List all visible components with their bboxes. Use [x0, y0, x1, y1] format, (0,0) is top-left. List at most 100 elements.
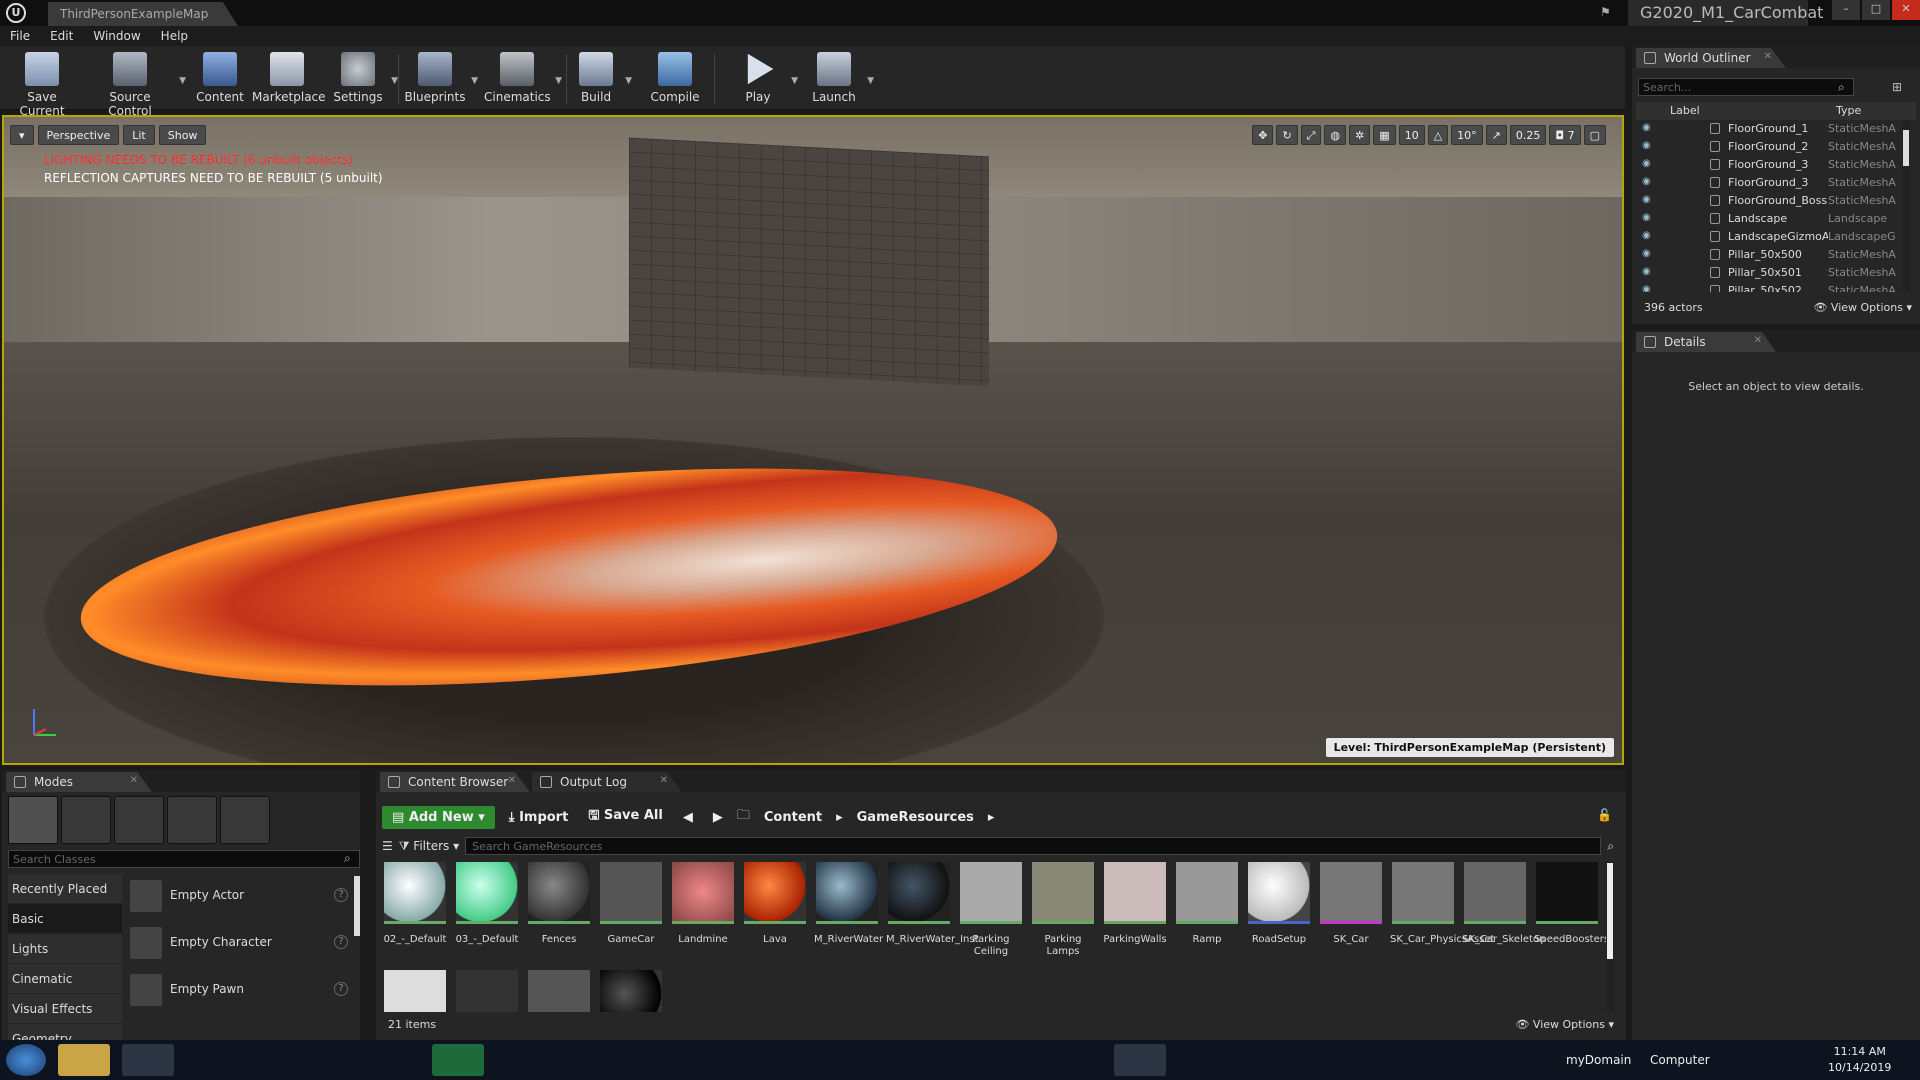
- rotation-snap-value[interactable]: 10°: [1451, 125, 1483, 145]
- chevron-down-icon[interactable]: ▼: [391, 76, 398, 86]
- add-new-button[interactable]: ▤ Add New ▾: [382, 805, 495, 829]
- asset-tile[interactable]: Fences: [526, 862, 592, 962]
- sources-toggle-icon[interactable]: ☰: [382, 839, 393, 853]
- output-log-tab[interactable]: Output Log ✕: [532, 772, 682, 792]
- paint-mode-icon[interactable]: [61, 796, 111, 844]
- back-arrow-icon[interactable]: ◀: [677, 806, 699, 829]
- scrollbar-thumb[interactable]: [1607, 863, 1613, 959]
- eye-icon[interactable]: ◉: [1642, 284, 1651, 292]
- search-classes-input[interactable]: Search Classes: [8, 850, 360, 868]
- label-column-header[interactable]: Label: [1670, 104, 1700, 117]
- asset-tile[interactable]: Lava: [742, 862, 808, 962]
- scrollbar-thumb[interactable]: [1903, 130, 1909, 166]
- outliner-row[interactable]: ◉ FloorGround_Boss StaticMeshA: [1636, 192, 1902, 210]
- visual-studio-icon[interactable]: [990, 1044, 1042, 1076]
- firefox-icon[interactable]: [928, 1044, 980, 1076]
- grid-snap-value[interactable]: 10: [1398, 125, 1425, 145]
- eye-icon[interactable]: ◉: [1642, 248, 1651, 259]
- viewport-options-button[interactable]: ▾: [10, 125, 34, 145]
- scale-snap-value[interactable]: 0.25: [1509, 125, 1547, 145]
- unreal-engine-icon[interactable]: [1114, 1044, 1166, 1076]
- view-options-button[interactable]: 👁 View Options ▾: [1813, 301, 1912, 314]
- close-icon[interactable]: ✕: [130, 775, 138, 786]
- phpstorm-icon[interactable]: [742, 1044, 794, 1076]
- teamviewer-icon[interactable]: [1052, 1044, 1104, 1076]
- start-button[interactable]: [6, 1044, 46, 1076]
- asset-tile[interactable]: [454, 970, 520, 1012]
- close-button[interactable]: ✕: [1892, 0, 1920, 20]
- skype-icon[interactable]: [804, 1044, 856, 1076]
- eye-icon[interactable]: ◉: [1642, 230, 1651, 241]
- paint-icon[interactable]: [1176, 1044, 1228, 1076]
- launch-button[interactable]: Launch ▼: [806, 50, 874, 108]
- content-browser-tab[interactable]: Content Browser ✕: [380, 772, 530, 792]
- minimize-button[interactable]: –: [1832, 0, 1860, 20]
- lock-icon[interactable]: 🔓: [1597, 808, 1612, 822]
- asset-tile[interactable]: Landmine: [670, 862, 736, 962]
- help-icon[interactable]: ?: [334, 888, 348, 902]
- marketplace-button[interactable]: Marketplace: [252, 50, 326, 108]
- asset-tile[interactable]: SpeedBoosters: [1534, 862, 1609, 962]
- show-button[interactable]: Show: [158, 125, 207, 145]
- foliage-mode-icon[interactable]: [167, 796, 217, 844]
- maximize-button[interactable]: □: [1862, 0, 1890, 20]
- outliner-scrollbar[interactable]: [1902, 120, 1910, 292]
- help-icon[interactable]: ?: [334, 935, 348, 949]
- breadcrumb-content[interactable]: Content: [758, 810, 828, 825]
- modes-tab[interactable]: Modes ✕: [6, 772, 152, 792]
- domain-toolbar[interactable]: myDomain: [1566, 1053, 1631, 1067]
- category-visual-effects[interactable]: Visual Effects: [8, 994, 122, 1024]
- rotate-icon[interactable]: ↻: [1276, 125, 1298, 145]
- scale-icon[interactable]: ⤢: [1300, 125, 1322, 145]
- level-tab[interactable]: ThirdPersonExampleMap: [48, 2, 238, 26]
- asset-tile[interactable]: [382, 970, 448, 1012]
- close-icon[interactable]: ✕: [660, 775, 668, 786]
- eclipse-icon[interactable]: [370, 1044, 422, 1076]
- chevron-down-icon[interactable]: ▼: [471, 76, 478, 86]
- help-icon[interactable]: ?: [334, 982, 348, 996]
- world-local-icon[interactable]: ◍: [1324, 125, 1347, 145]
- eye-icon[interactable]: ◉: [1642, 194, 1651, 205]
- grid-snap-icon[interactable]: ▦: [1373, 125, 1396, 145]
- outliner-row[interactable]: ◉ LandscapeGizmoA LandscapeG: [1636, 228, 1902, 246]
- chevron-down-icon[interactable]: ▼: [625, 76, 632, 86]
- list-item[interactable]: Empty Character?: [126, 921, 356, 968]
- github-icon[interactable]: [618, 1044, 670, 1076]
- landscape-mode-icon[interactable]: [114, 796, 164, 844]
- forward-arrow-icon[interactable]: ▶: [707, 806, 729, 829]
- league-icon[interactable]: [246, 1044, 298, 1076]
- outliner-row[interactable]: ◉ FloorGround_2 StaticMeshA: [1636, 138, 1902, 156]
- app-icon[interactable]: [308, 1044, 360, 1076]
- asset-tile[interactable]: 03_-_Default: [454, 862, 520, 962]
- geometry-mode-icon[interactable]: [220, 796, 270, 844]
- outliner-search-input[interactable]: Search...: [1638, 78, 1854, 96]
- world-outliner-tab[interactable]: World Outliner ✕: [1636, 48, 1786, 68]
- close-icon[interactable]: ✕: [1764, 51, 1772, 62]
- eye-icon[interactable]: ◉: [1642, 266, 1651, 277]
- scale-snap-icon[interactable]: ↗: [1485, 125, 1507, 145]
- source-control-button[interactable]: Source Control ▼: [86, 50, 186, 118]
- asset-tile[interactable]: SK_Car_PhysicsAsset: [1390, 862, 1494, 962]
- asset-tile[interactable]: 02_-_Default: [382, 862, 448, 962]
- settings-button[interactable]: Settings ▼: [330, 50, 398, 108]
- asset-tile[interactable]: M_RiverWater_Inst: [886, 862, 979, 962]
- lit-button[interactable]: Lit: [123, 125, 155, 145]
- place-mode-icon[interactable]: [8, 796, 58, 844]
- chevron-down-icon[interactable]: ▼: [791, 76, 798, 86]
- list-item[interactable]: Empty Actor?: [126, 874, 356, 921]
- eye-icon[interactable]: ◉: [1642, 212, 1651, 223]
- search-assets-input[interactable]: Search GameResources: [465, 837, 1602, 855]
- chevron-down-icon[interactable]: ▼: [555, 76, 562, 86]
- asset-grid-scrollbar[interactable]: [1606, 862, 1614, 1012]
- asset-tile[interactable]: [598, 970, 664, 1012]
- pycharm-icon[interactable]: [432, 1044, 484, 1076]
- surface-snap-icon[interactable]: ✲: [1349, 125, 1371, 145]
- eye-icon[interactable]: ◉: [1642, 176, 1651, 187]
- category-lights[interactable]: Lights: [8, 934, 122, 964]
- breadcrumb-gameresources[interactable]: GameResources: [851, 810, 980, 825]
- menu-window[interactable]: Window: [83, 26, 150, 46]
- asset-tile[interactable]: Ramp: [1174, 862, 1240, 962]
- asset-tile[interactable]: RoadSetup: [1246, 862, 1312, 962]
- filters-button[interactable]: ⧩ Filters ▾: [399, 839, 459, 854]
- network-icon[interactable]: [680, 1044, 732, 1076]
